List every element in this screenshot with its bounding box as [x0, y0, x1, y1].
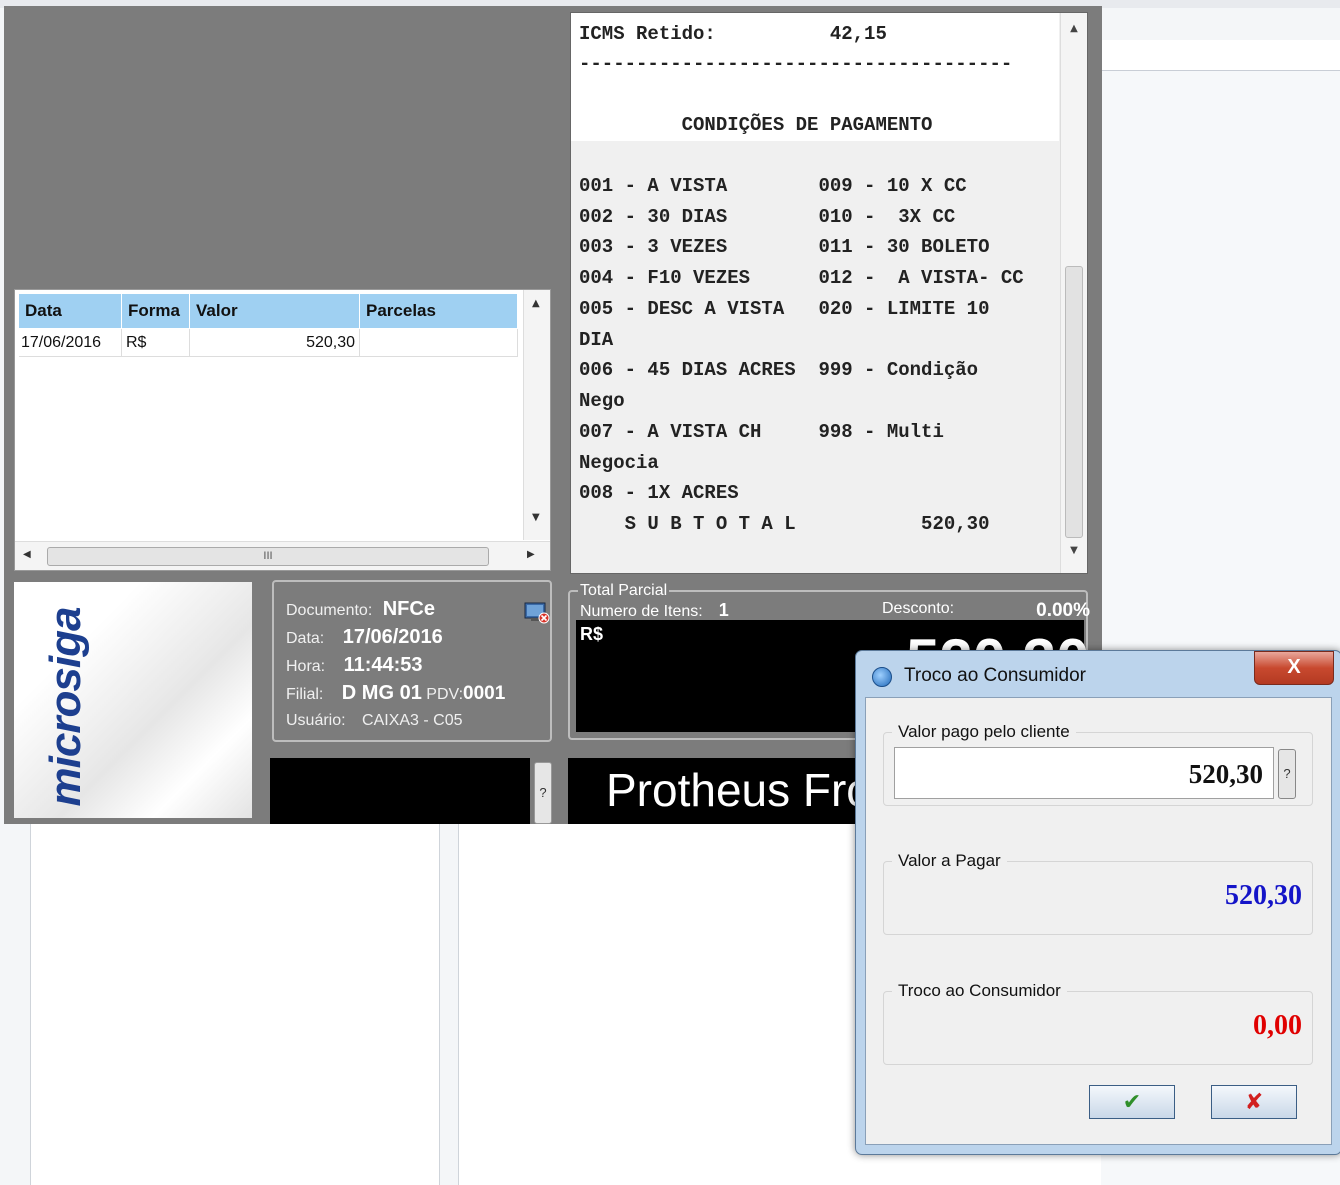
- total-legend: Total Parcial: [578, 582, 670, 600]
- help-button[interactable]: ?: [534, 762, 552, 824]
- table-cell-value[interactable]: 520,30: [190, 329, 360, 357]
- right-pane-header: [1100, 40, 1340, 71]
- column-header-data[interactable]: Data: [19, 294, 122, 328]
- doc-value: NFCe: [382, 598, 435, 620]
- items-label: Numero de Itens:: [580, 603, 703, 620]
- receipt-line: 008 - 1X ACRES: [579, 482, 739, 504]
- receipt-line: 004 - F10 VEZES 012 - A VISTA- CC: [579, 267, 1024, 289]
- receipt-line: Nego: [579, 390, 625, 412]
- pdv-value: 0001: [463, 683, 506, 704]
- change-dialog: Troco ao Consumidor X Valor pago pelo cl…: [855, 650, 1340, 1155]
- column-header-parcelas[interactable]: Parcelas: [360, 294, 518, 328]
- receipt-line: S U B T O T A L 520,30: [579, 513, 990, 535]
- receipt-line: 001 - A VISTA 009 - 10 X CC: [579, 175, 967, 197]
- receipt-line: 007 - A VISTA CH 998 - Multi: [579, 421, 944, 443]
- paid-label: Valor pago pelo cliente: [892, 722, 1076, 742]
- topay-label: Valor a Pagar: [892, 851, 1007, 871]
- scroll-down-icon[interactable]: ▼: [1061, 545, 1087, 563]
- dialog-title: Troco ao Consumidor: [904, 665, 1086, 686]
- pdv-label: PDV:: [426, 686, 464, 703]
- time-value: 11:44:53: [343, 654, 423, 676]
- receipt-line: 003 - 3 VEZES 011 - 30 BOLETO: [579, 236, 990, 258]
- branch-value: D MG 01: [341, 682, 422, 704]
- scroll-down-icon[interactable]: ▼: [532, 512, 540, 523]
- document-info-panel: Documento: NFCe Data: 17/06/2016 Hora: 1…: [272, 580, 552, 742]
- confirm-button[interactable]: ✔: [1089, 1085, 1175, 1119]
- receipt-line: 006 - 45 DIAS ACRES 999 - Condição: [579, 359, 979, 381]
- doc-label: Documento:: [286, 602, 373, 619]
- receipt-panel[interactable]: ICMS Retido: 42,15 ----------------------…: [570, 12, 1088, 574]
- user-value: CAIXA3 - C05: [362, 712, 463, 729]
- table-cell-method[interactable]: R$: [122, 329, 190, 357]
- column-header-forma[interactable]: Forma: [122, 294, 190, 328]
- scroll-left-icon[interactable]: ◀: [23, 549, 31, 560]
- time-label: Hora:: [286, 658, 326, 675]
- checkmark-icon: ✔: [1122, 1089, 1142, 1114]
- receipt-line: Negocia: [579, 452, 659, 474]
- dialog-titlebar[interactable]: Troco ao Consumidor X: [856, 651, 1339, 697]
- change-group: Troco ao Consumidor 0,00: [883, 981, 1313, 1065]
- paid-amount-input[interactable]: 520,30: [894, 747, 1274, 799]
- receipt-scrollbar[interactable]: ▲ ▼: [1060, 13, 1087, 573]
- receipt-scroll-thumb[interactable]: [1065, 266, 1083, 538]
- receipt-line: ICMS Retido: 42,15: [579, 23, 887, 45]
- receipt-line: CONDIÇÕES DE PAGAMENTO: [579, 114, 933, 136]
- receipt-line: --------------------------------------: [579, 53, 1013, 75]
- close-button[interactable]: X: [1254, 651, 1334, 685]
- change-label: Troco ao Consumidor: [892, 981, 1067, 1001]
- scroll-up-icon[interactable]: ▲: [1061, 23, 1087, 41]
- currency-label: R$: [580, 624, 604, 644]
- logo-text: microsiga: [41, 607, 90, 807]
- microsiga-logo: microsiga: [14, 582, 252, 818]
- table-cell-installments[interactable]: [360, 329, 518, 357]
- app-icon: [872, 667, 892, 687]
- receipt-line: 005 - DESC A VISTA 020 - LIMITE 10: [579, 298, 990, 320]
- cross-icon: ✘: [1244, 1089, 1264, 1114]
- paid-group: Valor pago pelo cliente 520,30 ?: [883, 722, 1313, 806]
- payments-grid[interactable]: Data Forma Valor Parcelas 17/06/2016 R$ …: [14, 289, 551, 571]
- date-value: 17/06/2016: [342, 626, 443, 648]
- topay-value: 520,30: [1225, 880, 1302, 911]
- grid-vertical-scrollbar[interactable]: ▲ ▼: [523, 290, 550, 540]
- table-cell-date[interactable]: 17/06/2016: [19, 329, 122, 357]
- receipt-line: DIA: [579, 329, 614, 351]
- receipt-line: 002 - 30 DIAS 010 - 3X CC: [579, 206, 956, 228]
- scroll-right-icon[interactable]: ▶: [527, 549, 535, 560]
- column-header-valor[interactable]: Valor: [190, 294, 360, 328]
- date-label: Data:: [286, 630, 325, 647]
- topay-group: Valor a Pagar 520,30: [883, 851, 1313, 935]
- banner-text: Protheus Fro: [606, 764, 872, 816]
- cancel-button[interactable]: ✘: [1211, 1085, 1297, 1119]
- branch-label: Filial:: [286, 686, 324, 703]
- items-value: 1: [718, 600, 729, 620]
- lower-left-panel: [30, 820, 440, 1185]
- grid-horizontal-scrollbar[interactable]: ◀ III ▶: [15, 541, 550, 570]
- paid-help-button[interactable]: ?: [1278, 749, 1296, 799]
- dialog-body: Valor pago pelo cliente 520,30 ? Valor a…: [865, 697, 1332, 1145]
- discount-value: 0.00%: [1036, 600, 1090, 621]
- scroll-up-icon[interactable]: ▲: [532, 298, 540, 309]
- user-label: Usuário:: [286, 712, 346, 729]
- grid-hscroll-thumb[interactable]: III: [47, 547, 489, 566]
- discount-label: Desconto:: [882, 600, 955, 617]
- message-display: [270, 758, 530, 824]
- change-value: 0,00: [1253, 1010, 1302, 1041]
- monitor-offline-icon[interactable]: [524, 602, 550, 624]
